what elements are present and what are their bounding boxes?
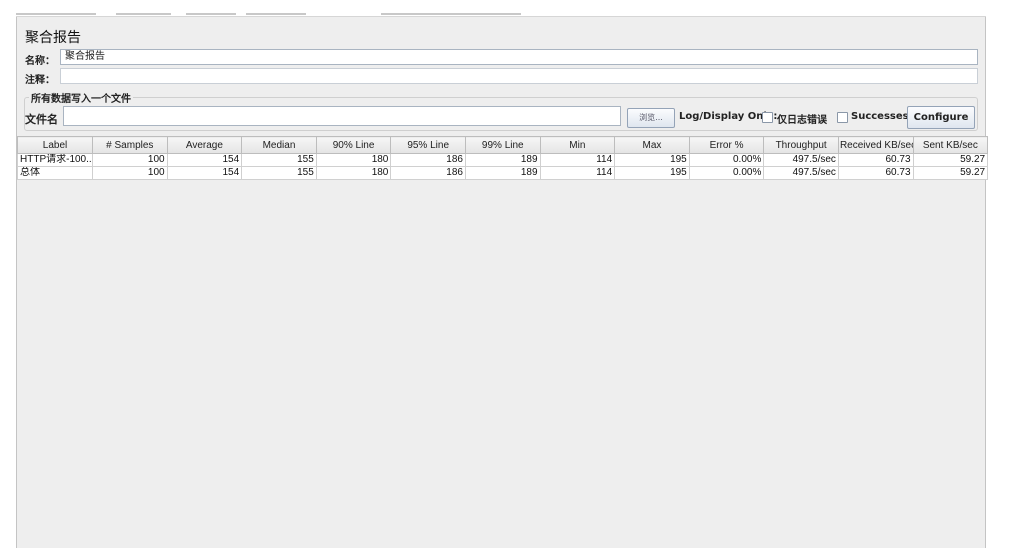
column-header-error-percent[interactable]: Error % xyxy=(688,136,765,154)
table-cell: 195 xyxy=(614,153,690,167)
aggregate-report-panel: 聚合报告 名称： 聚合报告 注释： 所有数据写入一个文件 文件名 浏览... L… xyxy=(16,17,989,548)
table-cell: 114 xyxy=(539,153,616,167)
errors-only-checkbox[interactable] xyxy=(762,112,773,123)
column-header-throughput[interactable]: Throughput xyxy=(763,136,839,154)
browse-button[interactable]: 浏览... xyxy=(627,108,675,128)
table-cell: 497.5/sec xyxy=(763,153,839,167)
comment-label: 注释： xyxy=(25,75,55,86)
column-header-samples[interactable]: # Samples xyxy=(92,136,168,154)
tab-strip-segment xyxy=(246,13,306,15)
column-header-min[interactable]: Min xyxy=(539,136,616,154)
name-label: 名称： xyxy=(25,56,55,67)
tab-strip-segment xyxy=(16,13,96,15)
column-header-90-line[interactable]: 90% Line xyxy=(315,136,392,154)
comment-input[interactable] xyxy=(60,68,978,84)
table-cell: 59.27 xyxy=(912,166,989,180)
table-cell: 180 xyxy=(315,153,392,167)
table-cell: 155 xyxy=(241,153,317,167)
results-header-row: Label # Samples Average Median 90% Line … xyxy=(17,136,989,154)
column-header-max[interactable]: Max xyxy=(614,136,690,154)
results-table: Label # Samples Average Median 90% Line … xyxy=(17,136,989,180)
successes-label: Successes xyxy=(851,111,909,122)
filename-input[interactable] xyxy=(63,106,621,126)
table-cell: 60.73 xyxy=(837,166,914,180)
table-cell: 189 xyxy=(464,153,541,167)
successes-checkbox[interactable] xyxy=(837,112,848,123)
filename-label: 文件名 xyxy=(25,113,58,126)
table-cell: 186 xyxy=(390,166,466,180)
table-row[interactable]: HTTP请求-100... 100 154 155 180 186 189 11… xyxy=(17,153,989,167)
table-cell: 114 xyxy=(539,166,616,180)
table-cell: 总体 xyxy=(17,166,93,180)
tab-strip-segment xyxy=(381,13,521,15)
table-cell: 60.73 xyxy=(837,153,914,167)
table-cell: 0.00% xyxy=(688,166,765,180)
table-cell: 186 xyxy=(390,153,466,167)
name-input[interactable]: 聚合报告 xyxy=(60,49,978,65)
table-cell: 154 xyxy=(166,153,243,167)
table-cell: HTTP请求-100... xyxy=(17,153,93,167)
table-cell: 100 xyxy=(92,153,168,167)
table-cell: 497.5/sec xyxy=(763,166,839,180)
tab-strip-segment xyxy=(186,13,236,15)
page-title: 聚合报告 xyxy=(25,30,81,46)
table-cell: 180 xyxy=(315,166,392,180)
table-row[interactable]: 总体 100 154 155 180 186 189 114 195 0.00%… xyxy=(17,166,989,180)
column-header-received-kb-sec[interactable]: Received KB/sec xyxy=(837,136,914,154)
column-header-99-line[interactable]: 99% Line xyxy=(464,136,541,154)
configure-button[interactable]: Configure xyxy=(907,106,975,129)
table-cell: 0.00% xyxy=(688,153,765,167)
errors-only-label: 仅日志错误 xyxy=(777,115,827,126)
column-header-label[interactable]: Label xyxy=(17,136,93,154)
column-header-average[interactable]: Average xyxy=(166,136,243,154)
table-cell: 154 xyxy=(166,166,243,180)
table-cell: 189 xyxy=(464,166,541,180)
column-header-95-line[interactable]: 95% Line xyxy=(390,136,466,154)
tab-strip-segment xyxy=(116,13,171,15)
file-group-legend: 所有数据写入一个文件 xyxy=(29,90,133,105)
column-header-sent-kb-sec[interactable]: Sent KB/sec xyxy=(912,136,989,154)
table-cell: 100 xyxy=(92,166,168,180)
table-cell: 155 xyxy=(241,166,317,180)
column-header-median[interactable]: Median xyxy=(241,136,317,154)
table-cell: 195 xyxy=(614,166,690,180)
table-cell: 59.27 xyxy=(912,153,989,167)
